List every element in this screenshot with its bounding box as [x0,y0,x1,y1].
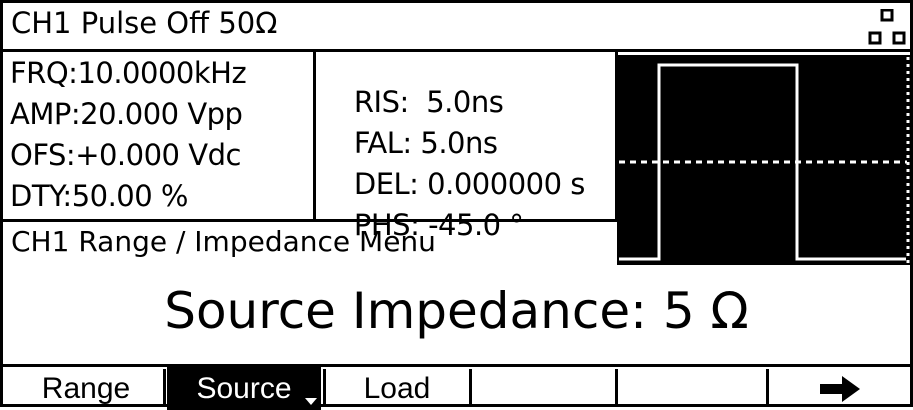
softkey-divider [163,369,166,407]
param-value: 10.0000kHz [77,56,247,90]
param-duty[interactable]: DTY:50.00 % [10,182,188,211]
softkey-divider [323,369,326,407]
waveform-preview [617,55,913,265]
channel-status-title: CH1 Pulse Off 50Ω [11,6,278,40]
generator-screen: CH1 Pulse Off 50Ω FRQ:10.0000kHz AMP:20.… [0,0,913,410]
softkey-source[interactable]: Source [167,367,321,410]
source-impedance-readout: Source Impedance: 5 Ω [164,282,749,340]
menu-title: CH1 Range / Impedance Menu [11,225,436,258]
softkey-label: Range [41,371,131,405]
softkey-divider [766,369,769,407]
submenu-indicator-icon [305,398,317,405]
param-label: FRQ: [10,56,78,90]
softkey-load[interactable]: Load [327,367,467,410]
param-amplitude[interactable]: AMP:20.000 Vpp [10,97,243,131]
param-value: 20.000 Vpp [80,97,243,131]
param-label: AMP: [10,97,81,131]
param-label: DTY: [10,179,72,213]
param-offset[interactable]: OFS:+0.000 Vdc [10,141,241,170]
softkey-range[interactable]: Range [11,367,161,410]
softkey-label: Load [363,371,431,405]
softkey-divider [469,369,472,407]
softkey-next[interactable] [770,367,910,410]
param-value: 50.00 % [71,179,189,213]
param-value: +0.000 Vdc [75,138,241,172]
softkey-5[interactable] [619,367,764,410]
param-label: OFS: [10,138,76,172]
softkey-label: Source [196,371,292,405]
dual-channel-icon [868,9,906,45]
param-frequency[interactable]: FRQ:10.0000kHz [10,56,247,90]
right-arrow-icon [820,375,860,402]
softkey-divider [615,369,618,407]
softkey-4[interactable] [473,367,613,410]
param-column-divider [313,52,316,222]
header-divider [3,49,910,52]
